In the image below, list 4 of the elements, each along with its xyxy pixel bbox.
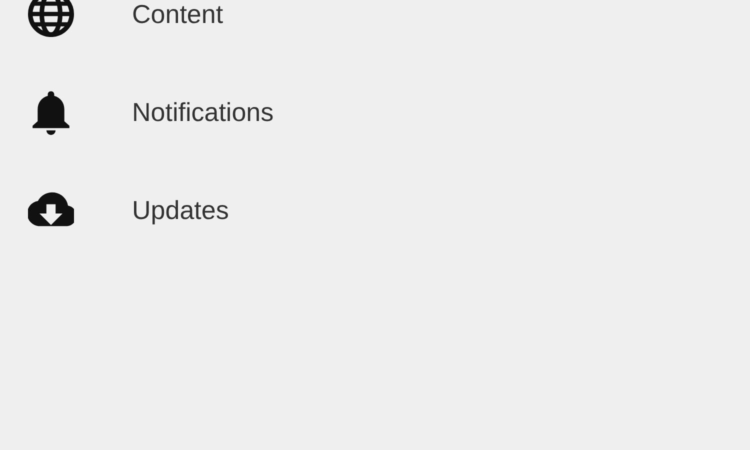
- menu-item[interactable]: Content: [0, 0, 750, 63]
- menu-item[interactable]: Updates: [0, 161, 750, 259]
- globe-icon: [28, 0, 74, 37]
- menu-item[interactable]: Notifications: [0, 63, 750, 161]
